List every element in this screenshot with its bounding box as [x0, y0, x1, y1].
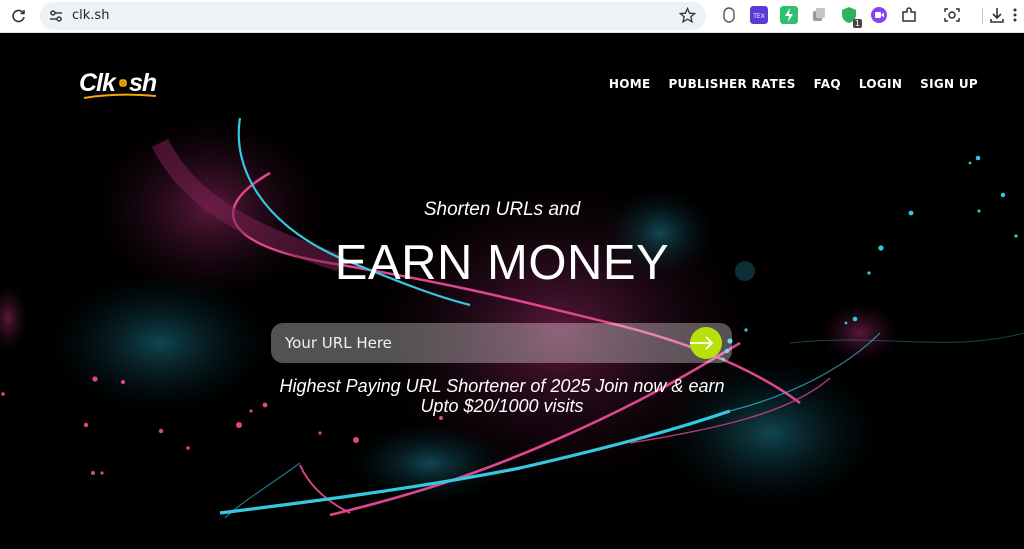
- site-logo[interactable]: Clk sh: [78, 67, 160, 108]
- browser-menu-icon[interactable]: [1010, 6, 1020, 24]
- extension-badge: 1: [852, 19, 862, 28]
- bookmark-star-icon[interactable]: [679, 7, 696, 24]
- shield-extension-icon[interactable]: [720, 6, 738, 24]
- hero-headline: EARN MONEY: [334, 236, 670, 290]
- nav-login[interactable]: LOGIN: [859, 77, 902, 91]
- site-info-icon[interactable]: [48, 8, 64, 24]
- page-content: Clk sh HOME PUBLISHER RATES FAQ LOGIN SI…: [0, 33, 1024, 549]
- reload-icon[interactable]: [10, 7, 28, 25]
- shorten-submit-button[interactable]: [684, 327, 722, 359]
- logo-image: Clk sh: [79, 69, 158, 99]
- tagline-line-1: Highest Paying URL Shortener of 2025 Joi…: [279, 376, 725, 396]
- nav-sign-up[interactable]: SIGN UP: [920, 77, 978, 91]
- toolbar-separator: [982, 8, 983, 24]
- nav-faq[interactable]: FAQ: [814, 77, 841, 91]
- hero-background-art: [0, 117, 1024, 519]
- hero-tagline: Highest Paying URL Shortener of 2025 Joi…: [262, 376, 742, 416]
- hero-subtitle: Shorten URLs and: [423, 199, 581, 220]
- copy-extension-icon[interactable]: [810, 6, 828, 24]
- svg-text:sh: sh: [129, 69, 157, 97]
- svg-text:TEX: TEX: [752, 13, 765, 20]
- nav-publisher-rates[interactable]: PUBLISHER RATES: [668, 77, 795, 91]
- url-shorten-form: [271, 323, 732, 363]
- url-input[interactable]: [271, 323, 681, 363]
- screenshot-lens-icon[interactable]: [943, 6, 961, 24]
- address-url[interactable]: clk.sh: [72, 8, 109, 23]
- extensions-puzzle-icon[interactable]: [900, 6, 918, 24]
- tex-extension-icon[interactable]: TEX: [750, 6, 768, 24]
- download-icon[interactable]: [988, 6, 1006, 24]
- tagline-line-2: Upto $20/1000 visits: [420, 396, 584, 416]
- nav-home[interactable]: HOME: [609, 77, 651, 91]
- address-bar[interactable]: clk.sh: [40, 2, 706, 30]
- video-extension-icon[interactable]: [870, 6, 888, 24]
- browser-toolbar: clk.sh TEX 1: [0, 0, 1024, 33]
- main-nav: HOME PUBLISHER RATES FAQ LOGIN SIGN UP: [609, 77, 978, 91]
- bolt-extension-icon[interactable]: [780, 6, 798, 24]
- vpn-extension-icon[interactable]: 1: [840, 6, 862, 28]
- arrow-right-icon: [684, 336, 714, 350]
- svg-text:Clk: Clk: [79, 69, 117, 97]
